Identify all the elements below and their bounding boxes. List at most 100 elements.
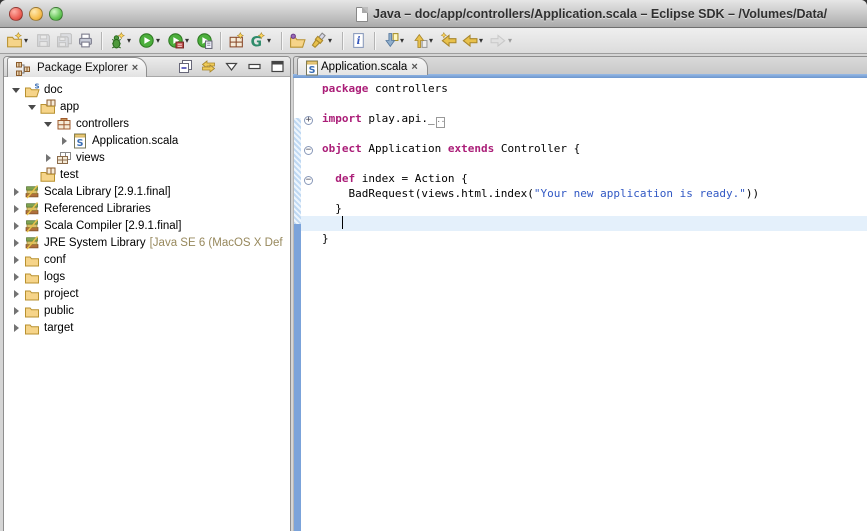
tree-item-application-scala[interactable]: SApplication.scala [4, 132, 290, 149]
back-button[interactable]: ▾ [459, 30, 488, 51]
close-window-button[interactable] [9, 7, 23, 21]
folded-region-box[interactable] [436, 117, 445, 128]
code-line[interactable] [301, 156, 867, 171]
save-button [33, 30, 54, 51]
expand-arrow-icon[interactable] [12, 221, 23, 231]
last-edit-location-button[interactable] [438, 30, 459, 51]
code-line[interactable] [301, 96, 867, 111]
tree-item-label: test [60, 169, 79, 181]
expand-arrow-icon[interactable] [12, 289, 23, 299]
tree-item-scala-library-2-9-1-final[interactable]: Scala Library [2.9.1.final] [4, 183, 290, 200]
tree-item-project[interactable]: project [4, 285, 290, 302]
external-tools-button[interactable] [194, 30, 215, 51]
expand-arrow-icon[interactable] [60, 136, 71, 146]
expand-arrow-icon[interactable] [44, 119, 55, 129]
expand-arrow-icon[interactable] [12, 306, 23, 316]
package-explorer-tab[interactable]: Package Explorer × [7, 57, 147, 77]
title-bar[interactable]: Java – doc/app/controllers/Application.s… [0, 0, 867, 28]
zoom-window-button[interactable] [49, 7, 63, 21]
close-view-icon[interactable]: × [132, 63, 138, 73]
expand-arrow-icon[interactable] [12, 85, 23, 95]
maximize-view-icon[interactable] [270, 59, 285, 74]
new-java-project-button[interactable] [226, 30, 247, 51]
prev-annotation-button[interactable]: ▾ [409, 30, 438, 51]
library-icon [24, 201, 40, 217]
next-annotation-button[interactable]: ▾ [380, 30, 409, 51]
forward-icon [490, 32, 507, 49]
tree-item-test[interactable]: test [4, 166, 290, 183]
code-line[interactable] [301, 126, 867, 141]
expand-arrow-icon[interactable] [12, 238, 23, 248]
dropdown-arrow-icon[interactable]: ▾ [508, 36, 515, 45]
dropdown-arrow-icon[interactable]: ▾ [267, 36, 274, 45]
expand-arrow-icon[interactable] [12, 323, 23, 333]
new-wizard-icon [6, 32, 23, 49]
dropdown-arrow-icon[interactable]: ▾ [185, 36, 192, 45]
tree-item-doc[interactable]: Sdoc [4, 81, 290, 98]
expand-arrow-icon[interactable] [44, 153, 55, 163]
minimize-window-button[interactable] [29, 7, 43, 21]
tree-item-referenced-libraries[interactable]: Referenced Libraries [4, 200, 290, 217]
run-button[interactable]: ▾ [136, 30, 165, 51]
expand-arrow-icon[interactable] [12, 204, 23, 214]
tree-item-public[interactable]: public [4, 302, 290, 319]
tree-item-views[interactable]: views [4, 149, 290, 166]
code-text: } [316, 201, 342, 216]
link-with-editor-icon[interactable] [201, 59, 216, 74]
info-button[interactable]: i [348, 30, 369, 51]
dropdown-arrow-icon[interactable]: ▾ [328, 36, 335, 45]
new-scala-wizard-button[interactable]: G▾ [247, 30, 276, 51]
tree-item-jre-system-library[interactable]: JRE System Library[Java SE 6 (MacOS X De… [4, 234, 290, 251]
close-editor-icon[interactable]: × [411, 62, 417, 72]
expand-arrow-icon[interactable] [28, 102, 39, 112]
dropdown-arrow-icon[interactable]: ▾ [479, 36, 486, 45]
save-all-button [54, 30, 75, 51]
code-token [322, 217, 342, 230]
tree-item-controllers[interactable]: controllers [4, 115, 290, 132]
fold-plus-icon[interactable]: + [301, 111, 316, 126]
tree-item-logs[interactable]: logs [4, 268, 290, 285]
view-menu-icon[interactable] [224, 59, 239, 74]
code-line[interactable]: −object Application extends Controller { [301, 141, 867, 156]
tree-item-target[interactable]: target [4, 319, 290, 336]
open-resource-button[interactable] [287, 30, 308, 51]
run-as-icon [167, 32, 184, 49]
code-line[interactable]: +import play.api._ [301, 111, 867, 126]
expand-arrow-icon[interactable] [12, 272, 23, 282]
dropdown-arrow-icon[interactable]: ▾ [127, 36, 134, 45]
code-line[interactable]: } [301, 201, 867, 216]
run-as-button[interactable]: ▾ [165, 30, 194, 51]
code-line[interactable]: package controllers [301, 81, 867, 96]
code-token: import [322, 112, 362, 125]
code-text: BadRequest(views.html.index("Your new ap… [316, 186, 759, 201]
print-button[interactable] [75, 30, 96, 51]
expand-arrow-icon[interactable] [12, 187, 23, 197]
code-lines[interactable]: package controllers+import play.api._−ob… [301, 78, 867, 531]
tree-item-scala-compiler-2-9-1-final[interactable]: Scala Compiler [2.9.1.final] [4, 217, 290, 234]
code-line[interactable] [301, 216, 867, 231]
no-expand-arrow [28, 170, 39, 180]
fold-gutter [301, 231, 316, 246]
editor-tab-application-scala[interactable]: S Application.scala × [297, 57, 428, 75]
code-line[interactable]: } [301, 231, 867, 246]
window-title-group: Java – doc/app/controllers/Application.s… [356, 0, 867, 28]
minimize-view-icon[interactable] [247, 59, 262, 74]
fold-minus-icon[interactable]: − [301, 141, 316, 156]
expand-arrow-icon[interactable] [12, 255, 23, 265]
collapse-all-icon[interactable] [178, 59, 193, 74]
debug-button[interactable]: ▾ [107, 30, 136, 51]
code-line[interactable]: BadRequest(views.html.index("Your new ap… [301, 186, 867, 201]
text-cursor [342, 216, 343, 229]
dropdown-arrow-icon[interactable]: ▾ [400, 36, 407, 45]
dropdown-arrow-icon[interactable]: ▾ [156, 36, 163, 45]
dropdown-arrow-icon[interactable]: ▾ [429, 36, 436, 45]
package-explorer-view: Package Explorer × SdocappcontrollersSAp… [3, 56, 291, 531]
annotation-ruler[interactable] [293, 78, 301, 531]
tree-item-app[interactable]: app [4, 98, 290, 115]
search-button[interactable]: ▾ [308, 30, 337, 51]
new-wizard-button[interactable]: ▾ [4, 30, 33, 51]
tree-item-conf[interactable]: conf [4, 251, 290, 268]
dropdown-arrow-icon[interactable]: ▾ [24, 36, 31, 45]
code-line[interactable]: − def index = Action { [301, 171, 867, 186]
fold-minus-icon[interactable]: − [301, 171, 316, 186]
